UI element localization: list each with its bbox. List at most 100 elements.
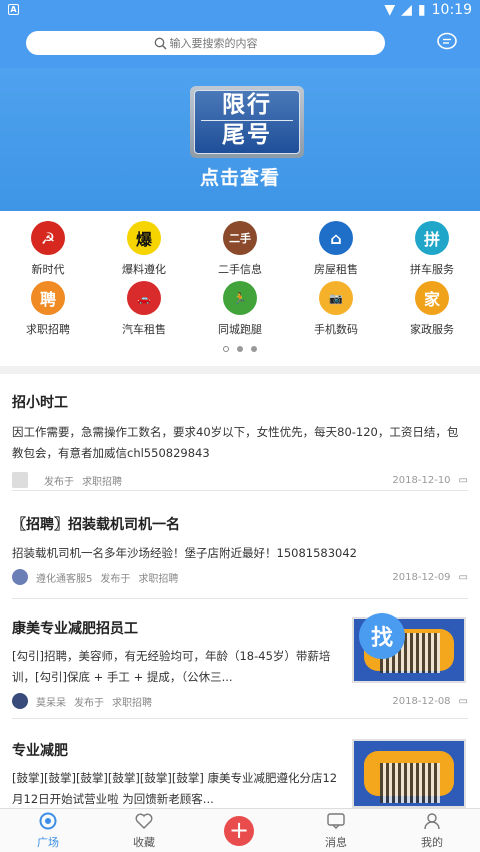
post-card[interactable]: 专业减肥 [鼓掌][鼓掌][鼓掌][鼓掌][鼓掌][鼓掌] 康美专业减肥遵化分店… xyxy=(12,740,338,810)
heart-icon xyxy=(135,813,153,829)
category-label: 爆料遵化 xyxy=(122,263,166,276)
post-card[interactable]: 〖招聘〗招装载机司机一名 招装载机司机一名多年沙场经验！堡子店附近最好！1508… xyxy=(12,514,468,585)
category-label: 汽车租售 xyxy=(122,323,166,336)
category-label: 拼车服务 xyxy=(410,263,454,276)
post-author: 遵化通客服5 xyxy=(36,573,93,585)
tab-label: 收藏 xyxy=(133,836,155,849)
category-item[interactable]: 🚗 汽车租售 xyxy=(96,281,192,337)
search-icon xyxy=(154,37,166,49)
category-label: 同城跑腿 xyxy=(218,323,262,336)
post-body: 招装载机司机一名多年沙场经验！堡子店附近最好！15081583042 xyxy=(12,546,357,560)
battery-icon: ▮ xyxy=(417,2,426,18)
search-placeholder: 输入要搜索的内容 xyxy=(169,37,258,50)
category-item[interactable]: 二手 二手信息 xyxy=(192,221,288,277)
banner-cta: 点击查看 xyxy=(199,167,280,189)
plus-icon: + xyxy=(228,816,250,844)
burst-icon: 爆 xyxy=(127,221,161,255)
post-author: 莫呆呆 xyxy=(36,697,66,709)
post-title: 康美专业减肥招员工 xyxy=(12,621,138,637)
post-card[interactable]: 招小时工 因工作需要，急需操作工数名，要求40岁以下，女性优先，每天80-120… xyxy=(12,392,468,488)
post-published: 发布于 xyxy=(100,573,131,585)
post-body: [鼓掌][鼓掌][鼓掌][鼓掌][鼓掌][鼓掌] 康美专业减肥遵化分店12月12… xyxy=(12,771,338,806)
avatar xyxy=(12,569,28,585)
category-grid: ☭ 新时代爆爆料遵化 二手 二手信息 ⌂ 房屋租售拼拼车服务聘求职招聘 🚗 汽车租售 🏃 同城跑腿… xyxy=(0,211,480,366)
tab-label: 消息 xyxy=(325,836,347,849)
post-date: 2018-12-08 xyxy=(392,695,451,707)
post-category[interactable]: 求职招聘 xyxy=(138,570,178,585)
sign-bottom-text: 尾号 xyxy=(222,122,272,148)
post-card[interactable]: 康美专业减肥招员工 [勾引]招聘，美容师，有无经验均可，年龄（18-45岁）带薪… xyxy=(12,618,468,709)
wifi-icon: ▼ xyxy=(384,2,396,18)
promo-banner[interactable]: 限行 尾号 点击查看 xyxy=(0,68,480,211)
secondhand-icon: 二手 xyxy=(223,221,257,255)
divider xyxy=(12,718,468,719)
square-icon xyxy=(39,812,57,830)
status-bar: A ▼ ◢ ▮ 10:19 xyxy=(0,0,480,22)
category-item[interactable]: 拼拼车服务 xyxy=(384,221,480,277)
chat-bubble-icon[interactable] xyxy=(436,32,458,52)
tab-profile[interactable]: 我的 xyxy=(384,811,480,850)
comment-icon[interactable]: ▭ xyxy=(459,696,468,707)
category-label: 求职招聘 xyxy=(26,323,70,336)
category-item[interactable]: 家家政服务 xyxy=(384,281,480,337)
category-item[interactable]: ⌂ 房屋租售 xyxy=(288,221,384,277)
divider xyxy=(12,490,468,491)
comment-icon[interactable]: ▭ xyxy=(459,475,468,486)
category-label: 手机数码 xyxy=(314,323,358,336)
category-item[interactable]: 聘求职招聘 xyxy=(0,281,96,337)
bottom-tab-bar: 广场 收藏 + 消息 我的 xyxy=(0,808,480,852)
post-date: 2018-12-09 xyxy=(392,571,451,583)
post-body: [勾引]招聘，美容师，有无经验均可，年龄（18-45岁）带薪培训，[勾引]保底 … xyxy=(12,649,331,684)
car-icon: 🚗 xyxy=(127,281,161,315)
post-published: 发布于 xyxy=(44,476,74,488)
category-label: 家政服务 xyxy=(410,323,454,336)
message-icon xyxy=(327,813,345,829)
category-label: 房屋租售 xyxy=(314,263,358,276)
housekeeping-icon: 家 xyxy=(415,281,449,315)
category-label: 新时代 xyxy=(31,263,65,276)
post-body: 因工作需要，急需操作工数名，要求40岁以下，女性优先，每天80-120，工资日结… xyxy=(12,425,459,460)
sign-top-text: 限行 xyxy=(222,92,272,118)
comment-icon[interactable]: ▭ xyxy=(459,572,468,583)
tab-label: 我的 xyxy=(421,836,443,849)
post-thumbnail[interactable] xyxy=(352,739,466,808)
tab-square[interactable]: 广场 xyxy=(0,811,96,850)
post-title: 招小时工 xyxy=(12,395,68,411)
page-dot xyxy=(251,346,257,352)
category-item[interactable]: 爆爆料遵化 xyxy=(96,221,192,277)
post-title: 专业减肥 xyxy=(12,743,68,759)
party-emblem-icon: ☭ xyxy=(31,221,65,255)
clock: 10:19 xyxy=(431,2,472,18)
profile-icon xyxy=(424,813,440,830)
search-input[interactable]: 输入要搜索的内容 xyxy=(26,31,385,55)
category-item[interactable]: 📷 手机数码 xyxy=(288,281,384,337)
tab-favorites[interactable]: 收藏 xyxy=(96,811,192,850)
find-button[interactable]: 找 xyxy=(359,613,405,659)
carpool-icon: 拼 xyxy=(415,221,449,255)
category-item[interactable]: ☭ 新时代 xyxy=(0,221,96,277)
avatar xyxy=(12,693,28,709)
recruit-icon: 聘 xyxy=(31,281,65,315)
avatar xyxy=(12,472,28,488)
camera-icon: 📷 xyxy=(319,281,353,315)
tab-messages[interactable]: 消息 xyxy=(288,811,384,850)
post-category[interactable]: 求职招聘 xyxy=(82,473,122,488)
tab-label: 广场 xyxy=(37,836,59,849)
notification-a-icon: A xyxy=(8,4,19,15)
page-dot xyxy=(223,346,229,352)
signal-icon: ◢ xyxy=(401,2,412,18)
post-published: 发布于 xyxy=(74,697,104,709)
house-icon: ⌂ xyxy=(319,221,353,255)
post-title: 〖招聘〗招装载机司机一名 xyxy=(12,517,180,533)
section-divider xyxy=(0,366,480,374)
category-item[interactable]: 🏃 同城跑腿 xyxy=(192,281,288,337)
page-indicator xyxy=(0,346,480,352)
traffic-sign-graphic: 限行 尾号 xyxy=(190,86,304,158)
divider xyxy=(12,598,468,599)
publish-button[interactable]: + xyxy=(224,816,254,846)
post-category[interactable]: 求职招聘 xyxy=(112,694,152,709)
post-date: 2018-12-10 xyxy=(392,474,451,486)
top-header: 输入要搜索的内容 xyxy=(0,22,480,68)
runner-icon: 🏃 xyxy=(223,281,257,315)
page-dot xyxy=(237,346,243,352)
